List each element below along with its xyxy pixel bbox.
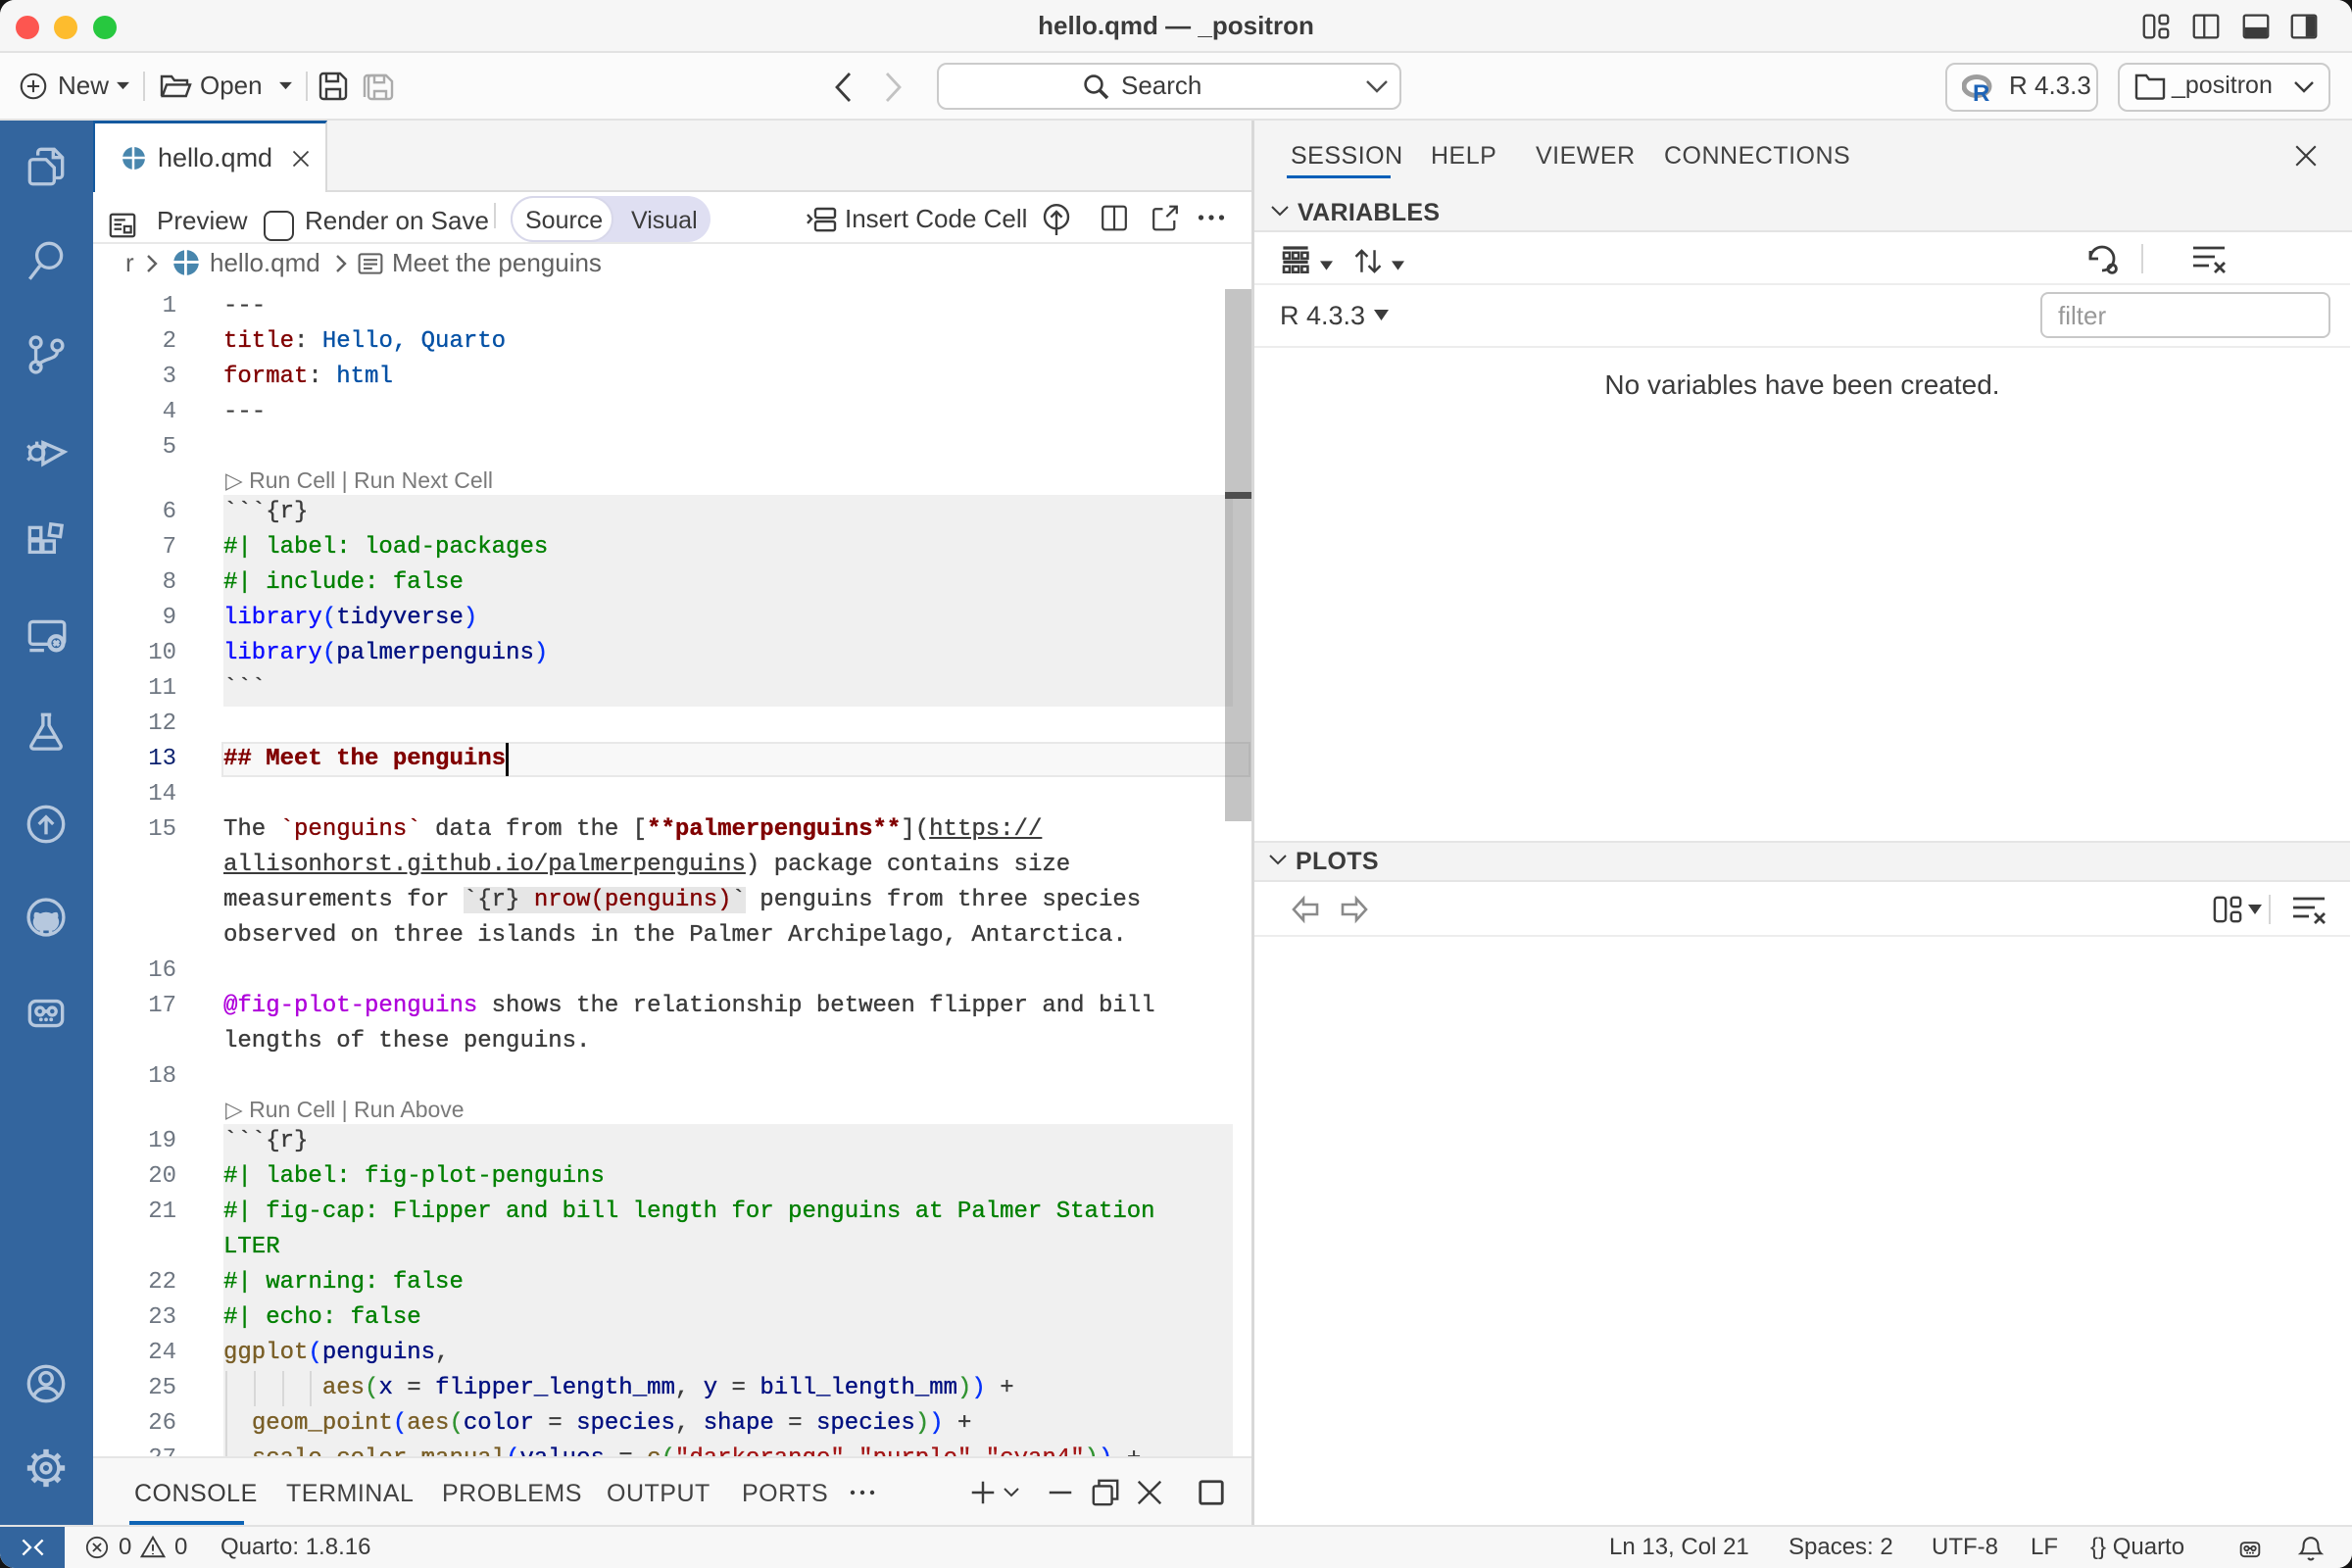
svg-text:R: R (1973, 80, 1989, 104)
